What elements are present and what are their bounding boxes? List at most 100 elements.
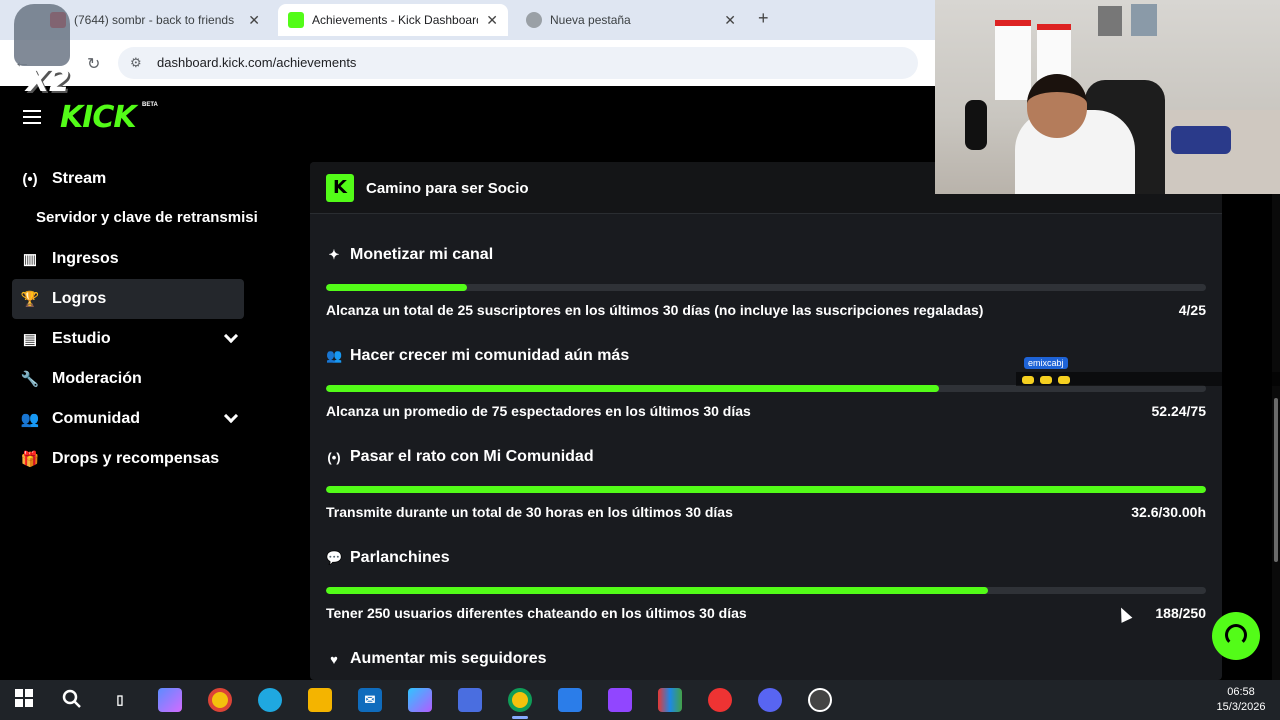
close-tab-icon[interactable]: ✕	[724, 12, 736, 29]
m365-icon[interactable]	[408, 688, 432, 712]
kick-favicon-icon	[288, 12, 304, 28]
sidebar-item-estudio[interactable]: ▤ Estudio	[12, 319, 244, 359]
goal-title-label: Parlanchines	[350, 549, 450, 566]
twitch-icon[interactable]	[608, 688, 632, 712]
chrome-favicon-icon	[526, 12, 542, 28]
windows-start-icon[interactable]	[12, 688, 36, 712]
poster-image	[1131, 4, 1157, 36]
microphone-icon	[965, 100, 987, 150]
wrench-icon: 🔧	[20, 371, 40, 388]
close-tab-icon[interactable]: ✕	[248, 12, 260, 29]
goal-count: 188/250	[1155, 605, 1206, 621]
menu-icon[interactable]	[23, 110, 41, 124]
reload-icon[interactable]: ↻	[87, 54, 100, 74]
goal-description: Tener 250 usuarios diferentes chateando …	[326, 605, 747, 621]
sidebar-item-label: Comunidad	[52, 410, 140, 427]
copilot-icon[interactable]	[158, 688, 182, 712]
tab-achievements[interactable]: Achievements - Kick Dashboard ✕	[278, 4, 508, 36]
headset-icon	[1225, 624, 1247, 646]
close-tab-icon[interactable]: ✕	[486, 12, 498, 29]
cloth-image	[1171, 126, 1231, 154]
app-icon[interactable]	[458, 688, 482, 712]
progress-track	[326, 486, 1206, 493]
file-explorer-icon[interactable]	[308, 688, 332, 712]
gift-icon: 🎁	[20, 451, 40, 468]
tab-youtube[interactable]: (7644) sombr - back to friends ✕	[40, 4, 270, 36]
edge-icon[interactable]	[258, 688, 282, 712]
outlook-icon[interactable]: ✉	[358, 688, 382, 712]
sidebar-item-logros[interactable]: 🏆 Logros	[12, 279, 244, 319]
store-icon[interactable]	[558, 688, 582, 712]
goal-title: ✦ Monetizar mi canal	[326, 246, 494, 264]
obs-icon[interactable]	[808, 688, 832, 712]
progress-fill	[326, 486, 1206, 493]
search-icon[interactable]	[60, 688, 84, 712]
goal-title: 👥 Hacer crecer mi comunidad aún más	[326, 347, 629, 365]
sidebar-item-stream[interactable]: (•) Stream	[12, 159, 244, 199]
goal-title: ♥ Aumentar mis seguidores	[326, 650, 547, 668]
url-text: dashboard.kick.com/achievements	[157, 55, 357, 70]
sidebar-item-label: Stream	[52, 170, 107, 187]
community-icon: 👥	[326, 348, 343, 363]
beta-badge: BETA	[142, 102, 158, 108]
broadcast-icon: (•)	[327, 449, 341, 465]
progress-fill	[326, 284, 467, 291]
sparkle-icon: ✦	[328, 247, 340, 262]
tab-label: Achievements - Kick Dashboard	[312, 13, 479, 27]
tab-label: Nueva pestaña	[550, 13, 631, 27]
sidebar-item-ingresos[interactable]: ▥ Ingresos	[12, 239, 244, 279]
person-head-image	[1027, 74, 1087, 138]
kick-logo[interactable]: KICK	[60, 100, 137, 135]
goal-title-label: Hacer crecer mi comunidad aún más	[350, 347, 630, 364]
broadcast-icon: (•)	[22, 170, 38, 188]
active-app-indicator	[512, 716, 528, 719]
poster-image	[1098, 6, 1122, 36]
tab-label: (7644) sombr - back to friends	[74, 13, 235, 27]
opera-gx-icon[interactable]	[708, 688, 732, 712]
progress-fill	[326, 385, 939, 392]
emote-icon	[1058, 376, 1070, 384]
goal-count: 4/25	[1178, 302, 1206, 318]
panel-title: Camino para ser Socio	[366, 180, 529, 197]
scrollbar-thumb[interactable]	[1274, 398, 1278, 562]
task-view-icon[interactable]: ▯	[108, 688, 132, 712]
winrar-icon[interactable]	[658, 688, 682, 712]
taskbar-clock[interactable]: 06:58 15/3/2026	[1210, 685, 1272, 715]
new-tab-button[interactable]: +	[758, 8, 769, 29]
goal-title: (•) Pasar el rato con Mi Comunidad	[326, 448, 594, 466]
goal-title-label: Pasar el rato con Mi Comunidad	[350, 448, 594, 465]
clock-date: 15/3/2026	[1216, 701, 1266, 713]
studio-icon: ▤	[22, 331, 38, 348]
clock-time: 06:58	[1227, 686, 1255, 698]
sidebar-subitem-stream-key[interactable]: Servidor y clave de retransmisión	[36, 209, 258, 226]
x2-overlay-text: X2	[26, 64, 71, 99]
tab-new[interactable]: Nueva pestaña ✕	[516, 4, 746, 36]
goal-description: Alcanza un promedio de 75 espectadores e…	[326, 403, 751, 419]
jersey-image	[995, 20, 1031, 100]
sidebar-item-drops[interactable]: 🎁 Drops y recompensas	[12, 439, 244, 479]
kick-badge-icon: K	[326, 174, 354, 202]
support-chat-button[interactable]	[1212, 612, 1260, 660]
goal-title-label: Monetizar mi canal	[350, 246, 494, 263]
goal-title-label: Aumentar mis seguidores	[350, 650, 547, 667]
progress-fill	[326, 587, 988, 594]
sidebar-item-moderacion[interactable]: 🔧 Moderación	[12, 359, 244, 399]
progress-track	[326, 587, 1206, 594]
chevron-down-icon[interactable]	[223, 328, 239, 344]
chevron-down-icon[interactable]	[223, 408, 239, 424]
screen: (7644) sombr - back to friends ✕ Achieve…	[0, 0, 1280, 720]
goal-description: Transmite durante un total de 30 horas e…	[326, 504, 733, 520]
chat-overlay-bar	[1016, 372, 1280, 386]
emote-icon	[1040, 376, 1052, 384]
chrome-profile-icon[interactable]	[508, 688, 532, 712]
goal-description: Alcanza un total de 25 suscriptores en l…	[326, 302, 984, 318]
sidebar-item-comunidad[interactable]: 👥 Comunidad	[12, 399, 244, 439]
sidebar-item-label: Drops y recompensas	[52, 450, 220, 467]
site-settings-icon[interactable]: ⚙	[130, 55, 142, 71]
chart-icon: ▥	[22, 251, 38, 268]
discord-icon[interactable]	[758, 688, 782, 712]
sidebar-item-label: Moderación	[52, 370, 142, 387]
chat-icon: 💬	[326, 550, 343, 565]
chrome-icon[interactable]	[208, 688, 232, 712]
sidebar-item-label: Logros	[52, 290, 107, 307]
